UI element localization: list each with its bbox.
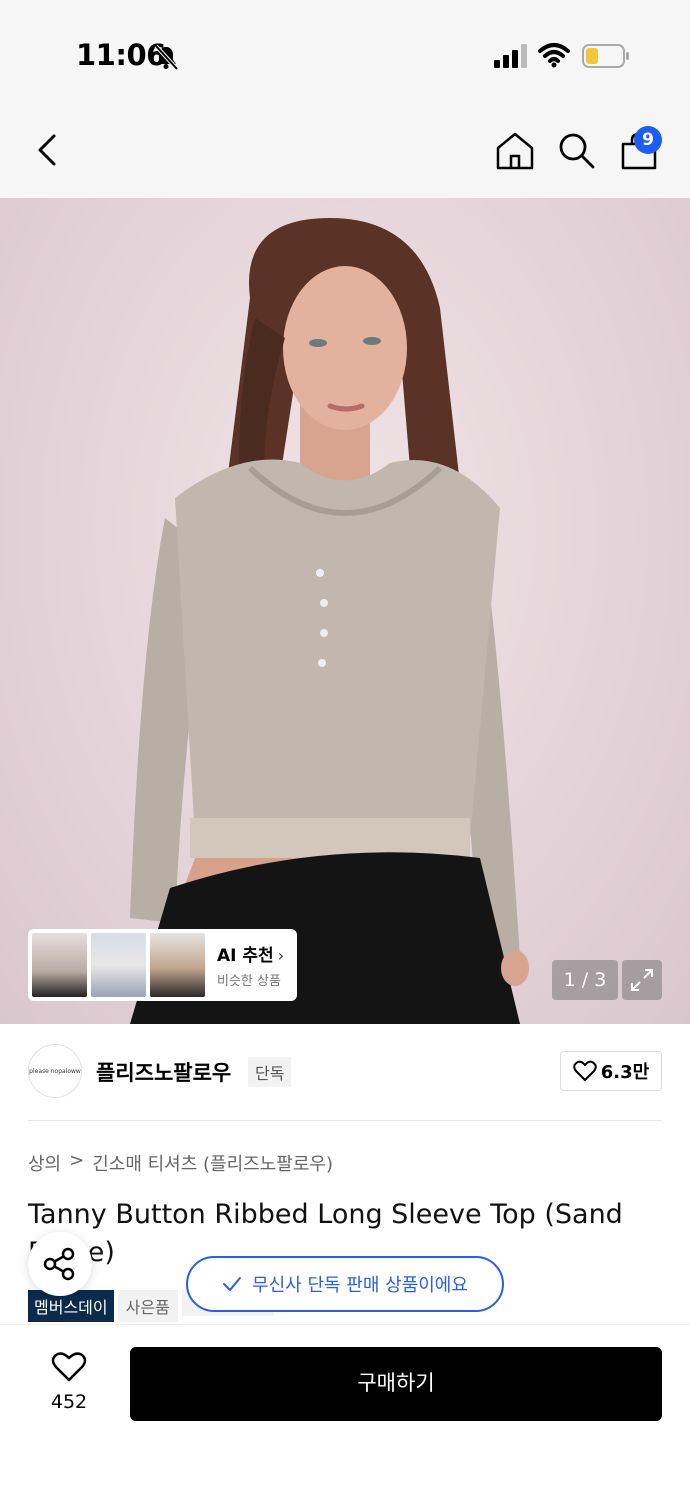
expand-image-button[interactable] xyxy=(622,960,662,1000)
cart-count-badge: 9 xyxy=(634,126,662,154)
exclusive-sale-toast: 무신사 단독 판매 상품이에요 xyxy=(186,1256,504,1312)
home-icon[interactable] xyxy=(494,130,536,172)
expand-icon xyxy=(631,969,653,991)
search-icon[interactable] xyxy=(556,130,596,170)
back-arrow-icon[interactable] xyxy=(28,130,68,170)
wifi-icon xyxy=(538,43,570,68)
brand-like-button[interactable]: 6.3만 xyxy=(560,1051,662,1091)
ai-thumbnail-3 xyxy=(150,933,205,997)
brand-name[interactable]: 플리즈노팔로우 xyxy=(96,1057,231,1087)
breadcrumb-separator: > xyxy=(69,1150,85,1171)
share-button[interactable] xyxy=(28,1232,92,1296)
image-page-indicator: 1 / 3 xyxy=(552,960,618,1000)
brand-logo[interactable]: please nopaloww xyxy=(28,1044,82,1098)
ai-recommendation-subtitle: 비슷한 상품 xyxy=(217,974,281,989)
heart-icon xyxy=(51,1352,87,1382)
gift-tag: 사은품 xyxy=(117,1290,178,1322)
bell-muted-icon xyxy=(154,44,179,71)
brand-row: please nopaloww 플리즈노팔로우 단독 6.3만 xyxy=(0,1024,690,1120)
bottom-action-bar: 452 구매하기 xyxy=(0,1324,690,1500)
check-icon xyxy=(223,1277,242,1291)
wishlist-button[interactable]: 452 xyxy=(40,1351,98,1413)
brand-like-count: 6.3만 xyxy=(600,1062,650,1083)
product-image-gallery[interactable]: AI 추천 › 비슷한 상품 1 / 3 xyxy=(0,198,690,1024)
breadcrumb: 상의 > 긴소매 티셔츠 (플리즈노팔로우) xyxy=(28,1150,333,1176)
buy-button[interactable]: 구매하기 xyxy=(130,1347,662,1421)
toast-message: 무신사 단독 판매 상품이에요 xyxy=(252,1275,468,1296)
navigation-bar xyxy=(0,100,690,198)
wishlist-count: 452 xyxy=(50,1391,88,1413)
ai-recommendation-title: AI 추천 xyxy=(217,946,274,966)
ai-thumbnail-2 xyxy=(91,933,146,997)
breadcrumb-subcategory[interactable]: 긴소매 티셔츠 (플리즈노팔로우) xyxy=(92,1150,333,1176)
status-bar: 11:06 xyxy=(0,0,690,100)
chevron-right-icon: › xyxy=(277,946,285,965)
brand-logo-text: please nopaloww xyxy=(29,1068,81,1075)
divider xyxy=(28,1120,662,1121)
share-icon xyxy=(43,1247,75,1281)
breadcrumb-category[interactable]: 상의 xyxy=(28,1150,61,1176)
exclusive-tag: 단독 xyxy=(248,1057,292,1087)
battery-icon xyxy=(582,44,629,68)
product-photo xyxy=(130,218,529,1024)
heart-icon xyxy=(573,1060,597,1081)
ai-recommendation-card[interactable]: AI 추천 › 비슷한 상품 xyxy=(28,929,297,1001)
cellular-signal-icon xyxy=(494,44,527,68)
ai-thumbnail-1 xyxy=(32,933,87,997)
